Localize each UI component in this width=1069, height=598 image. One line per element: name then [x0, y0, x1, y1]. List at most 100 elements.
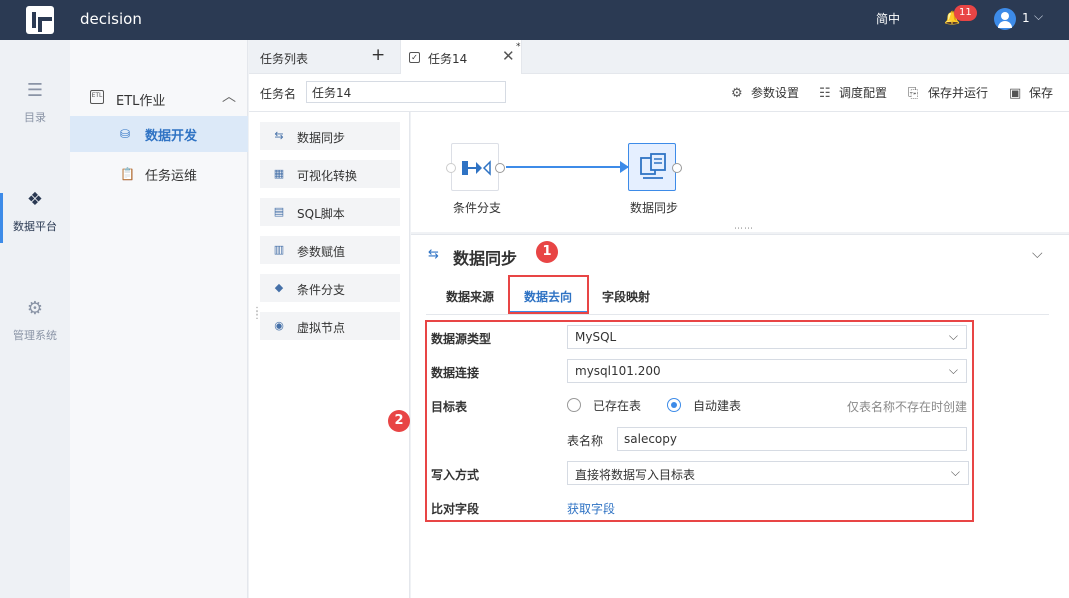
write-mode-label: 写入方式 — [431, 468, 480, 482]
fetch-fields-link[interactable]: 获取字段 — [567, 500, 615, 517]
select-value: 直接将数据写入目标表 — [575, 468, 696, 482]
save-icon: ▣ — [1009, 86, 1022, 101]
highlight-box-form — [425, 320, 974, 522]
palette-item-virtual-node[interactable]: ◉ 虚拟节点 — [260, 312, 400, 340]
palette-item-data-sync[interactable]: ⇆ 数据同步 — [260, 122, 400, 150]
sub-nav: ETL ETL作业 ︿ ⛁ 数据开发 📋 任务运维 — [70, 40, 248, 598]
radio-label[interactable]: 自动建表 — [693, 397, 741, 414]
palette-item-label: 条件分支 — [297, 283, 346, 297]
chevron-down-icon: ⌵ — [950, 465, 960, 479]
subnav-group-etl[interactable]: ETL ETL作业 ︿ — [70, 80, 248, 116]
palette-item-condition-branch[interactable]: ◆ 条件分支 — [260, 274, 400, 302]
tab-field-mapping[interactable]: 字段映射 — [602, 288, 650, 305]
tab-data-source[interactable]: 数据来源 — [446, 288, 494, 305]
connection-label: 数据连接 — [431, 366, 480, 380]
step-marker: 2 — [388, 410, 410, 432]
task-name-input[interactable] — [306, 81, 506, 103]
drag-handle[interactable]: ⋮ ⋮ — [252, 307, 262, 321]
subnav-item-label: 任务运维 — [145, 169, 198, 184]
palette-item-label: 可视化转换 — [297, 169, 358, 183]
nav-item-label: 管理系统 — [13, 329, 57, 342]
chevron-down-icon: ⌵ — [948, 329, 958, 343]
database-icon: ⛁ — [120, 127, 131, 141]
branch-icon — [462, 160, 491, 176]
table-name-label: 表名称 — [567, 434, 604, 448]
language-switch[interactable]: 简中 — [876, 10, 900, 27]
etl-icon: ETL — [90, 90, 104, 104]
notification-badge: 11 — [954, 5, 977, 21]
subnav-item-label: 数据开发 — [145, 129, 198, 144]
button-label: 参数设置 — [751, 86, 800, 100]
schedule-config-button[interactable]: ☷ 调度配置 — [819, 84, 887, 101]
button-label: 调度配置 — [839, 86, 888, 100]
checkbox-icon: ✓ — [409, 52, 420, 63]
settings-icon: ⚙ — [731, 86, 743, 101]
input-port[interactable] — [446, 163, 456, 173]
nav-item-label: 数据平台 — [13, 220, 57, 233]
gear-icon: ⚙ — [26, 298, 44, 319]
save-button[interactable]: ▣ 保存 — [1009, 84, 1053, 101]
radio-existing-table[interactable] — [567, 398, 581, 412]
node-data-sync[interactable] — [628, 143, 682, 191]
chevron-down-icon[interactable]: ⌵ — [1032, 246, 1043, 262]
save-run-icon: ⎘ — [908, 86, 919, 101]
tab-task14[interactable]: ✓ 任务14 ✕ * — [400, 40, 522, 74]
connection-select[interactable]: mysql101.200 ⌵ — [567, 359, 967, 383]
task-name-label: 任务名 — [260, 87, 297, 101]
table-name-input[interactable]: salecopy — [617, 427, 967, 451]
chevron-up-icon[interactable]: ︿ — [222, 86, 236, 106]
avatar[interactable] — [994, 8, 1016, 30]
transform-icon: ▦ — [273, 167, 285, 180]
clipboard-icon: 📋 — [120, 167, 135, 181]
resize-handle[interactable]: ⋯⋯ — [734, 224, 754, 234]
sql-icon: ▤ — [273, 205, 285, 218]
panel-title: 数据同步 — [453, 249, 518, 268]
palette-item-visual-transform[interactable]: ▦ 可视化转换 — [260, 160, 400, 188]
list-icon: ☰ — [26, 80, 44, 101]
sliders-icon: ☷ — [819, 86, 831, 101]
subnav-item-task-ops[interactable]: 📋 任务运维 — [70, 156, 248, 192]
data-sync-icon: ⇆ — [274, 129, 284, 142]
close-icon[interactable]: ✕ — [502, 47, 515, 65]
palette-item-label: 虚拟节点 — [297, 321, 346, 335]
write-mode-select[interactable]: 直接将数据写入目标表 ⌵ — [567, 461, 969, 485]
tab-label: 任务14 — [428, 52, 468, 66]
tab-task-list[interactable]: 任务列表 + — [249, 40, 399, 74]
node-condition-branch[interactable] — [446, 143, 505, 191]
radio-label[interactable]: 已存在表 — [593, 397, 641, 414]
modified-mark: * — [516, 42, 521, 52]
flow-canvas[interactable] — [411, 112, 1069, 232]
nav-item-data-platform[interactable]: ❖ 数据平台 — [0, 189, 70, 234]
nav-item-catalog[interactable]: ☰ 目录 — [0, 80, 70, 125]
virtual-node-icon: ◉ — [274, 319, 284, 332]
select-value: mysql101.200 — [575, 364, 661, 378]
flow-edge[interactable] — [506, 166, 628, 168]
subnav-group-label: ETL作业 — [116, 94, 166, 109]
nav-item-label: 目录 — [24, 111, 46, 124]
select-value: MySQL — [575, 330, 617, 344]
branch-icon: ◆ — [274, 281, 284, 294]
radio-auto-create[interactable] — [667, 398, 681, 412]
chevron-down-icon[interactable]: ⌵ — [1034, 9, 1043, 24]
palette-item-label: 参数赋值 — [297, 245, 346, 259]
user-name[interactable]: 1 — [1022, 11, 1030, 25]
compare-fields-label: 比对字段 — [431, 502, 480, 516]
datasource-type-select[interactable]: MySQL ⌵ — [567, 325, 967, 349]
output-port[interactable] — [495, 163, 505, 173]
node-label: 数据同步 — [630, 201, 679, 215]
step-marker: 1 — [536, 241, 558, 263]
button-label: 保存并运行 — [928, 86, 989, 100]
datasource-type-label: 数据源类型 — [431, 332, 492, 346]
chevron-down-icon: ⌵ — [948, 363, 958, 377]
palette-item-sql-script[interactable]: ▤ SQL脚本 — [260, 198, 400, 226]
app-logo[interactable] — [26, 6, 54, 34]
output-port[interactable] — [672, 163, 682, 173]
target-table-label: 目标表 — [431, 400, 468, 414]
nav-item-system[interactable]: ⚙ 管理系统 — [0, 298, 70, 343]
param-settings-button[interactable]: ⚙ 参数设置 — [731, 84, 799, 101]
add-icon[interactable]: + — [371, 45, 385, 65]
palette-item-param-assign[interactable]: ▥ 参数赋值 — [260, 236, 400, 264]
subnav-item-data-dev[interactable]: ⛁ 数据开发 — [70, 116, 248, 152]
save-and-run-button[interactable]: ⎘ 保存并运行 — [908, 84, 988, 101]
highlight-box-tab — [508, 275, 589, 314]
